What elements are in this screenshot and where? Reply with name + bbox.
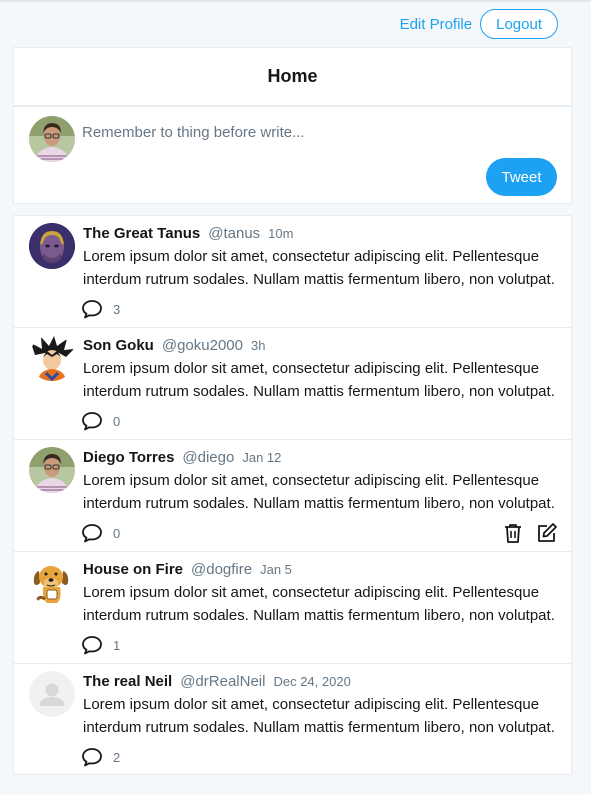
comment-button[interactable]: 0 [81,411,120,431]
trash-icon [505,524,521,543]
edit-button[interactable] [536,522,558,544]
tweet-author-handle[interactable]: @tanus [208,225,260,242]
tweet-author-name[interactable]: Son Goku [83,337,154,354]
page-header: Home [13,47,572,106]
tweet-timestamp: 3h [250,338,266,353]
tweet-item: House on Fire @dogfire Jan 5 Lorem ipsum… [13,551,572,663]
top-bar: Edit Profile Logout [400,9,558,39]
tweet-author-handle[interactable]: @dogfire [191,561,252,578]
tweet-timestamp: Jan 5 [260,562,292,577]
tweet-text: Lorem ipsum dolor sit amet, consectetur … [83,248,555,288]
comment-icon [82,748,102,767]
default-user-avatar[interactable] [29,671,75,717]
tweet-button[interactable]: Tweet [486,158,557,196]
tweet-text: Lorem ipsum dolor sit amet, consectetur … [83,584,555,624]
user-photo-avatar [29,116,75,162]
top-divider [0,0,591,2]
comment-icon [82,300,102,319]
tweet-timestamp: Jan 12 [242,450,282,465]
tweet-text: Lorem ipsum dolor sit amet, consectetur … [83,696,555,736]
comment-icon [82,412,102,431]
tweet-item: The Great Tanus @tanus 10m Lorem ipsum d… [13,215,572,327]
tweet-header: The real Neil @drRealNeil Dec 24, 2020 [83,673,351,690]
tweet-text: Lorem ipsum dolor sit amet, consectetur … [83,472,555,512]
delete-button[interactable] [502,522,524,544]
comment-button[interactable]: 1 [81,635,120,655]
tweet-author-handle[interactable]: @diego [182,449,234,466]
page-title: Home [267,66,318,86]
comment-count: 3 [113,301,121,317]
tweet-text: Lorem ipsum dolor sit amet, consectetur … [83,360,555,400]
tweet-header: Diego Torres @diego Jan 12 [83,449,281,466]
tweet-timestamp: Dec 24, 2020 [273,674,351,689]
dog-avatar[interactable] [29,559,75,605]
compose-box: Tweet [13,106,572,204]
tweet-header: The Great Tanus @tanus 10m [83,225,293,242]
tweet-author-name[interactable]: House on Fire [83,561,183,578]
tweet-author-handle[interactable]: @goku2000 [162,337,243,354]
tweet-item: The real Neil @drRealNeil Dec 24, 2020 L… [13,663,572,775]
tweet-header: House on Fire @dogfire Jan 5 [83,561,292,578]
comment-icon [82,524,102,543]
comment-button[interactable]: 3 [81,299,120,319]
comment-count: 0 [113,413,121,429]
tweet-timestamp: 10m [268,226,294,241]
comment-count: 2 [113,749,121,765]
tweet-item: Son Goku @goku2000 3h Lorem ipsum dolor … [13,327,572,439]
goku-avatar[interactable] [29,335,75,381]
comment-button[interactable]: 0 [81,523,120,543]
tweet-feed: The Great Tanus @tanus 10m Lorem ipsum d… [13,215,572,775]
tweet-author-name[interactable]: Diego Torres [83,449,174,466]
tweet-header: Son Goku @goku2000 3h [83,337,265,354]
tweet-author-name[interactable]: The Great Tanus [83,225,200,242]
tweet-item: Diego Torres @diego Jan 12 Lorem ipsum d… [13,439,572,551]
logout-button[interactable]: Logout [480,9,558,39]
comment-button[interactable]: 2 [81,747,120,767]
tweet-author-handle[interactable]: @drRealNeil [180,673,265,690]
user-photo-avatar[interactable] [29,447,75,493]
compose-input[interactable] [82,121,552,143]
comment-icon [82,636,102,655]
tweet-owner-actions [502,522,558,544]
edit-icon [538,523,557,542]
comment-count: 0 [113,525,121,541]
edit-profile-link[interactable]: Edit Profile [400,16,473,33]
comment-count: 1 [113,637,121,653]
tweet-author-name[interactable]: The real Neil [83,673,172,690]
thanos-avatar[interactable] [29,223,75,269]
